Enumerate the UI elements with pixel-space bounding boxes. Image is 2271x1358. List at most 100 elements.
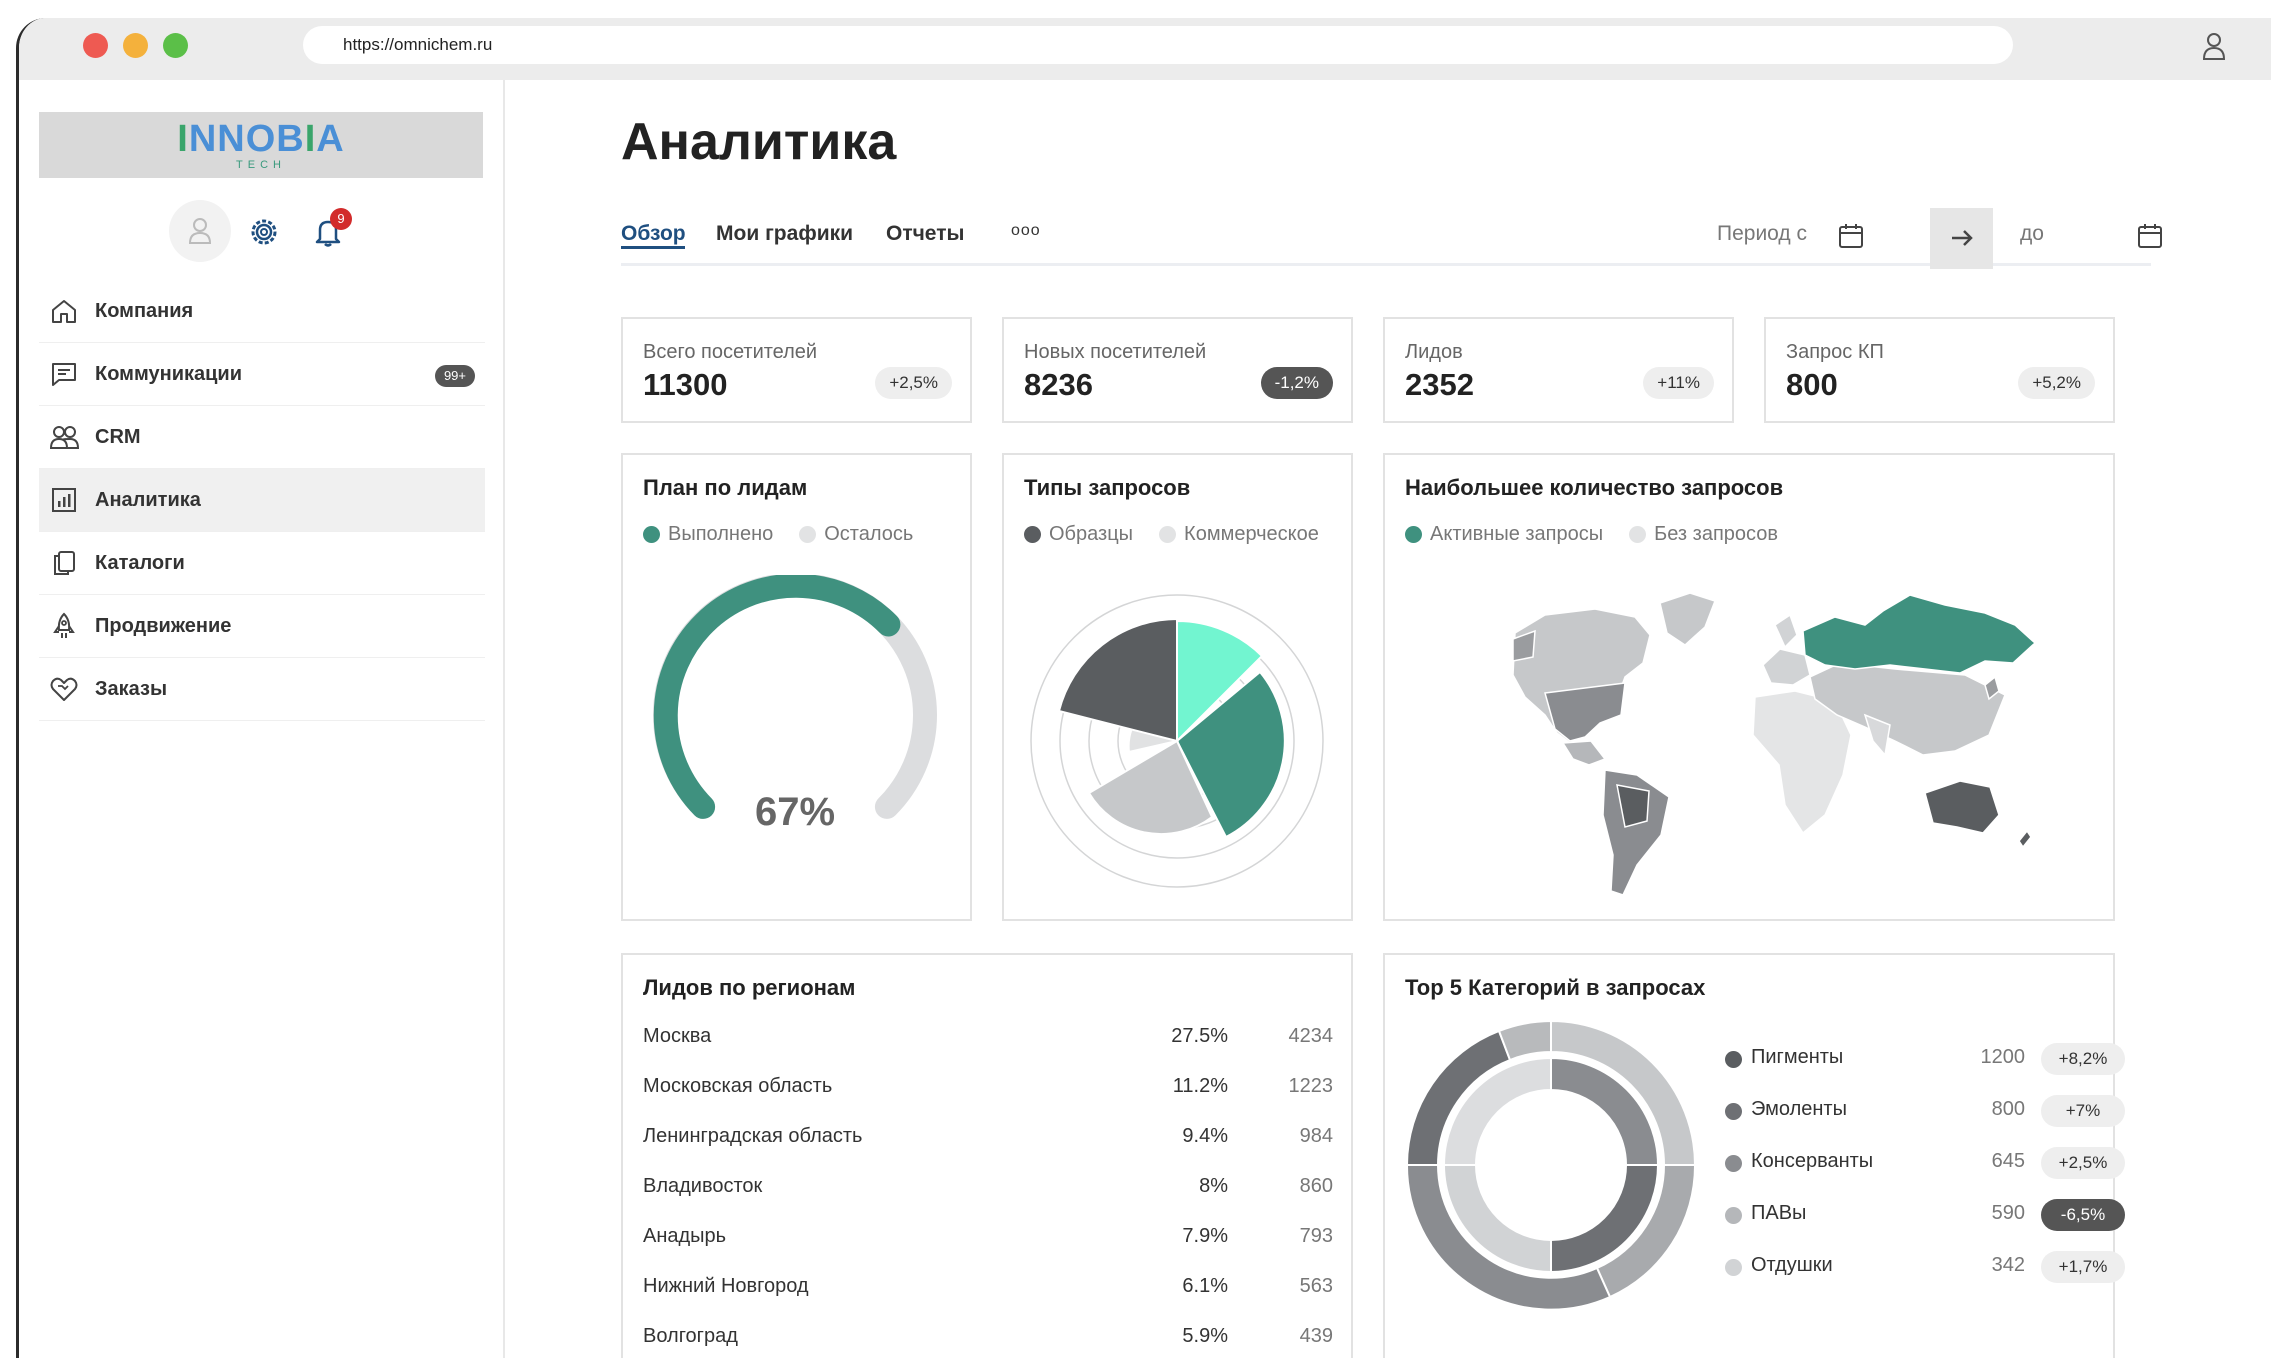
card-title: Наибольшее количество запросов bbox=[1405, 475, 1784, 500]
map-region-central-america bbox=[1561, 740, 1607, 766]
calendar-icon[interactable] bbox=[2136, 222, 2164, 250]
region-value: 439 bbox=[1299, 1325, 1333, 1347]
region-name: Москва bbox=[643, 1025, 712, 1047]
chart-legend: Выполнено Осталось bbox=[643, 523, 913, 546]
map-region-new-zealand bbox=[2018, 829, 2032, 849]
handshake-icon bbox=[50, 677, 78, 701]
sidebar-item-communications[interactable]: Коммуникации 99+ bbox=[39, 343, 485, 406]
tab-overview[interactable]: Обзор bbox=[621, 222, 686, 249]
more-tabs-button[interactable]: ooo bbox=[1011, 222, 1041, 240]
region-value: 563 bbox=[1299, 1275, 1333, 1297]
region-name: Московская область bbox=[643, 1075, 833, 1097]
table-row: Нижний Новгород 6.1% 563 bbox=[643, 1275, 1333, 1305]
legend-swatch bbox=[1725, 1207, 1742, 1224]
calendar-icon[interactable] bbox=[1837, 222, 1865, 250]
minimize-window-button[interactable] bbox=[123, 33, 148, 58]
browser-window: https://omnichem.ru INNOBIA TECH 9 Компа… bbox=[16, 18, 2271, 1358]
main-content: Аналитика Обзор Мои графики Отчеты ooo П… bbox=[505, 80, 2271, 1358]
sidebar-item-label: Каталоги bbox=[95, 551, 185, 574]
sidebar-item-catalogs[interactable]: Каталоги bbox=[39, 532, 485, 595]
kpi-card-total-visitors: Всего посетителей 11300 +2,5% bbox=[621, 317, 972, 423]
region-value: 793 bbox=[1299, 1225, 1333, 1247]
legend-swatch bbox=[799, 526, 817, 543]
sidebar-item-label: Коммуникации bbox=[95, 362, 243, 385]
maximize-window-button[interactable] bbox=[163, 33, 188, 58]
period-to-field[interactable]: до bbox=[2020, 222, 2044, 246]
region-value: 1223 bbox=[1288, 1075, 1334, 1097]
kpi-value: 2352 bbox=[1405, 367, 1474, 402]
region-percent: 7.9% bbox=[1182, 1225, 1228, 1247]
sidebar-item-label: Аналитика bbox=[95, 488, 201, 511]
gauge-fill bbox=[653, 575, 901, 819]
table-row: Волгоград 5.9% 439 bbox=[643, 1325, 1333, 1355]
sidebar-item-analytics[interactable]: Аналитика bbox=[39, 469, 485, 532]
request-types-card: Типы запросов Образцы Коммерческое bbox=[1002, 453, 1353, 921]
region-percent: 6.1% bbox=[1182, 1275, 1228, 1297]
home-icon bbox=[52, 300, 76, 323]
legend-swatch bbox=[1725, 1051, 1742, 1068]
category-value: 590 bbox=[1991, 1202, 2025, 1224]
list-item: Консерванты 645 +2,5% bbox=[1725, 1145, 2125, 1181]
sidebar-item-crm[interactable]: CRM bbox=[39, 406, 485, 469]
category-name: Эмоленты bbox=[1751, 1098, 1847, 1120]
card-title: Лидов по регионам bbox=[643, 975, 856, 1000]
category-delta-badge: +1,7% bbox=[2041, 1251, 2125, 1283]
legend-swatch bbox=[1725, 1103, 1742, 1120]
kpi-card-quote-requests: Запрос КП 800 +5,2% bbox=[1764, 317, 2115, 423]
table-row: Ленинградская область 9.4% 984 bbox=[643, 1125, 1333, 1155]
address-bar[interactable]: https://omnichem.ru bbox=[303, 26, 2013, 64]
sidebar-item-promotion[interactable]: Продвижение bbox=[39, 595, 485, 658]
table-row: Московская область 11.2% 1223 bbox=[643, 1075, 1333, 1105]
legend-label: Образцы bbox=[1049, 523, 1134, 545]
sidebar-item-label: Продвижение bbox=[95, 614, 232, 637]
analytics-icon bbox=[52, 488, 76, 512]
sidebar-item-label: Заказы bbox=[95, 677, 168, 700]
donut-chart bbox=[1405, 1019, 1697, 1311]
plan-card: План по лидам Выполнено Осталось 67% bbox=[621, 453, 972, 921]
sidebar-item-company[interactable]: Компания bbox=[39, 280, 485, 343]
tab-my-charts[interactable]: Мои графики bbox=[716, 222, 853, 246]
legend-label: Выполнено bbox=[668, 523, 774, 545]
period-from-field[interactable]: Период с bbox=[1717, 222, 1807, 246]
sidebar-item-orders[interactable]: Заказы bbox=[39, 658, 485, 721]
user-icon[interactable] bbox=[2197, 29, 2231, 63]
category-delta-badge: +2,5% bbox=[2041, 1147, 2125, 1179]
world-map bbox=[1512, 592, 2037, 896]
legend-swatch bbox=[1725, 1259, 1742, 1276]
map-region-greenland bbox=[1659, 592, 1716, 646]
map-region-russia bbox=[1802, 594, 2037, 674]
category-name: ПАВы bbox=[1751, 1202, 1807, 1224]
kpi-value: 11300 bbox=[643, 367, 728, 402]
kpi-delta-badge: +5,2% bbox=[2018, 367, 2095, 399]
list-item: Эмоленты 800 +7% bbox=[1725, 1093, 2125, 1129]
period-arrow-button[interactable] bbox=[1930, 208, 1993, 269]
category-value: 645 bbox=[1991, 1150, 2025, 1172]
region-percent: 27.5% bbox=[1171, 1025, 1228, 1047]
list-item: Пигменты 1200 +8,2% bbox=[1725, 1041, 2125, 1077]
sidebar-nav: Компания Коммуникации 99+ CRM Аналитика … bbox=[39, 280, 485, 721]
list-item: Отдушки 342 +1,7% bbox=[1725, 1249, 2125, 1285]
close-window-button[interactable] bbox=[83, 33, 108, 58]
legend-label: Коммерческое bbox=[1184, 523, 1319, 545]
gear-icon[interactable] bbox=[248, 216, 280, 248]
tab-reports[interactable]: Отчеты bbox=[886, 222, 964, 246]
kpi-label: Новых посетителей bbox=[1024, 341, 1207, 363]
chat-icon bbox=[52, 363, 76, 386]
map-card: Наибольшее количество запросов Активные … bbox=[1383, 453, 2115, 921]
chart-legend: Активные запросы Без запросов bbox=[1405, 523, 1778, 546]
category-value: 800 bbox=[1991, 1098, 2025, 1120]
kpi-value: 8236 bbox=[1024, 367, 1093, 402]
table-row: Владивосток 8% 860 bbox=[643, 1175, 1333, 1205]
categories-card: Top 5 Категорий в запросах Пигменты 1200 +… bbox=[1383, 953, 2125, 1358]
rocket-icon bbox=[53, 612, 75, 638]
legend-label: Осталось bbox=[824, 523, 914, 545]
avatar[interactable] bbox=[169, 200, 231, 262]
map-region-australia bbox=[1924, 780, 2000, 834]
category-name: Пигменты bbox=[1751, 1046, 1844, 1068]
company-logo[interactable]: INNOBIA TECH bbox=[39, 112, 483, 178]
table-row: Москва 27.5% 4234 bbox=[643, 1025, 1333, 1055]
unread-badge: 99+ bbox=[434, 365, 475, 387]
region-name: Владивосток bbox=[643, 1175, 763, 1197]
kpi-label: Лидов bbox=[1405, 341, 1463, 363]
gauge-chart: 67% bbox=[653, 575, 937, 834]
